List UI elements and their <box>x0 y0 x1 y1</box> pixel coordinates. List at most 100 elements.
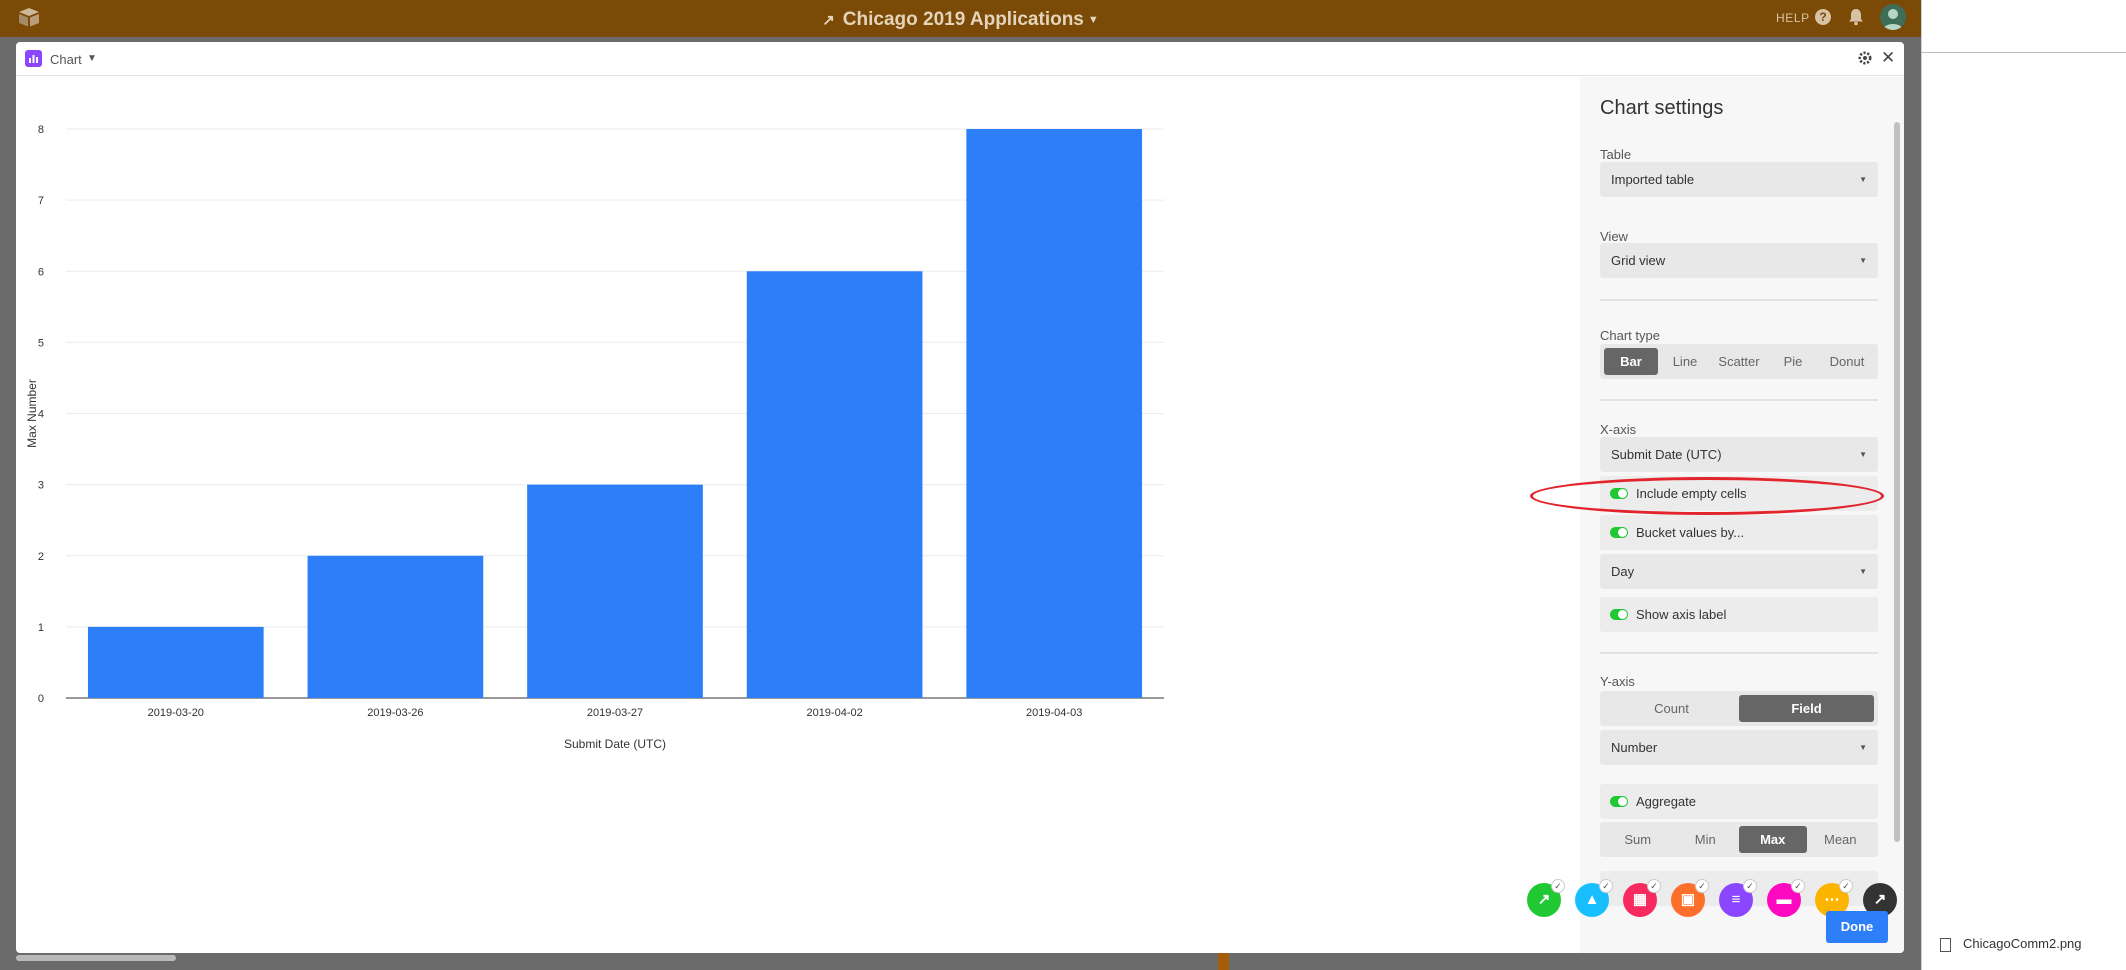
chart-type-scatter[interactable]: Scatter <box>1712 348 1766 375</box>
view-select[interactable]: Grid view ▼ <box>1600 243 1878 278</box>
chart-type-line[interactable]: Line <box>1658 348 1712 375</box>
include-empty-cells-toggle[interactable]: Include empty cells <box>1600 476 1878 511</box>
bar-chart-icon <box>25 50 42 67</box>
top-bar: ↗ Chicago 2019 Applications ▼ HELP ? <box>0 0 1921 37</box>
divider <box>1600 299 1878 301</box>
check-icon: ✓ <box>1743 879 1757 893</box>
chart-modal: Chart ▼ ✕ 0 1 2 3 4 5 6 7 8 2019-03-20 2019-03-26 2… <box>16 42 1904 953</box>
y-tick-label: 6 <box>38 266 44 278</box>
bar <box>307 555 484 698</box>
toggle-switch[interactable] <box>1610 609 1628 620</box>
table-select-value: Imported table <box>1611 172 1695 187</box>
show-axis-label-text: Show axis label <box>1636 607 1727 622</box>
check-icon: ✓ <box>1599 879 1613 893</box>
right-blank-area <box>1921 0 2126 970</box>
xaxis-select-value: Submit Date (UTC) <box>1611 447 1722 462</box>
y-axis-label: Max Number <box>25 379 39 448</box>
aggregate-toggle[interactable]: Aggregate <box>1600 784 1878 819</box>
bar <box>746 271 923 698</box>
show-axis-label-toggle[interactable]: Show axis label <box>1600 597 1878 632</box>
download-item[interactable]: ChicagoComm2.png <box>1940 936 2082 952</box>
done-button[interactable]: Done <box>1826 911 1888 943</box>
yaxis-field-value: Number <box>1611 740 1658 755</box>
y-tick-label: 3 <box>38 480 44 492</box>
x-axis-label: Submit Date (UTC) <box>564 737 666 751</box>
aggregate-label: Aggregate <box>1636 794 1696 809</box>
settings-scrollbar[interactable] <box>1894 122 1900 842</box>
aggregate-max[interactable]: Max <box>1739 826 1807 853</box>
chart-type-label: Chart type <box>1600 328 1660 343</box>
horizontal-scrollbar[interactable] <box>16 955 176 961</box>
base-title-text: Chicago 2019 Applications <box>842 9 1084 30</box>
toggle-switch[interactable] <box>1610 488 1628 499</box>
chevron-down-icon: ▼ <box>1859 256 1867 265</box>
yaxis-mode-count[interactable]: Count <box>1604 695 1739 722</box>
chevron-down-icon[interactable]: ▼ <box>87 53 97 64</box>
table-label: Table <box>1600 147 1632 162</box>
check-icon: ✓ <box>1695 879 1709 893</box>
shapes-icon[interactable]: ▲ ✓ <box>1575 879 1613 917</box>
x-tick-label: 2019-04-03 <box>1026 707 1082 719</box>
gear-icon[interactable] <box>1857 50 1873 66</box>
bar-chart: 0123456782019-03-20 2019-03-26 2019-03-27 2… <box>25 124 1164 751</box>
chart-type-pie[interactable]: Pie <box>1766 348 1820 375</box>
image-icon[interactable]: ▣ ✓ <box>1671 879 1709 917</box>
help-icon[interactable]: ? <box>1815 9 1831 25</box>
x-tick-label: 2019-03-26 <box>367 707 423 719</box>
yaxis-field-select[interactable]: Number ▼ <box>1600 730 1878 765</box>
yaxis-label: Y-axis <box>1600 674 1635 689</box>
view-select-value: Grid view <box>1611 253 1666 268</box>
toggle-switch[interactable] <box>1610 527 1628 538</box>
divider <box>1921 52 2126 53</box>
bell-icon[interactable] <box>1848 8 1864 26</box>
bucket-select-value: Day <box>1611 564 1635 579</box>
y-tick-label: 0 <box>38 693 44 705</box>
bucket-select[interactable]: Day ▼ <box>1600 554 1878 589</box>
chart-type-donut[interactable]: Donut <box>1820 348 1874 375</box>
chart-area: 0 1 2 3 4 5 6 7 8 2019-03-20 2019-03-26 2019-03-27 2… <box>16 77 1580 953</box>
close-icon[interactable]: ✕ <box>1881 48 1895 68</box>
y-tick-label: 5 <box>38 337 44 349</box>
file-icon <box>1940 937 1951 952</box>
list-icon[interactable]: ≡ ✓ <box>1719 879 1757 917</box>
view-label: View <box>1600 229 1628 244</box>
check-icon: ✓ <box>1551 879 1565 893</box>
y-tick-label: 7 <box>38 195 44 207</box>
x-tick-label: 2019-03-27 <box>587 707 643 719</box>
divider <box>1921 0 1922 970</box>
table-select[interactable]: Imported table ▼ <box>1600 162 1878 197</box>
bucket-values-label: Bucket values by... <box>1636 525 1745 540</box>
y-tick-label: 2 <box>38 551 44 563</box>
aggregate-mean[interactable]: Mean <box>1807 826 1875 853</box>
expand-icon[interactable]: ↗ ✓ <box>1527 879 1565 917</box>
include-empty-cells-label: Include empty cells <box>1636 486 1747 501</box>
settings-heading: Chart settings <box>1600 97 1724 119</box>
check-icon: ✓ <box>1647 879 1661 893</box>
y-tick-label: 8 <box>38 124 44 136</box>
bar <box>966 129 1143 698</box>
xaxis-select[interactable]: Submit Date (UTC) ▼ <box>1600 437 1878 472</box>
yaxis-mode-selector: Count Field <box>1600 691 1878 726</box>
chat-icon[interactable]: ▬ ✓ <box>1767 879 1805 917</box>
bar <box>87 626 264 698</box>
yaxis-mode-field[interactable]: Field <box>1739 695 1874 722</box>
xaxis-label: X-axis <box>1600 422 1637 437</box>
divider <box>1600 399 1878 401</box>
divider <box>1600 652 1878 654</box>
help-link[interactable]: HELP <box>1776 11 1810 25</box>
rocket-icon: ↗ <box>822 12 835 29</box>
y-tick-label: 1 <box>38 622 44 634</box>
check-icon: ✓ <box>1839 879 1853 893</box>
avatar[interactable] <box>1880 4 1906 30</box>
chevron-down-icon: ▼ <box>1859 567 1867 576</box>
aggregate-min[interactable]: Min <box>1672 826 1740 853</box>
aggregate-sum[interactable]: Sum <box>1604 826 1672 853</box>
x-tick-label: 2019-04-02 <box>806 707 862 719</box>
grid-icon[interactable]: ▦ ✓ <box>1623 879 1661 917</box>
chart-type-bar[interactable]: Bar <box>1604 348 1658 375</box>
toggle-switch[interactable] <box>1610 796 1628 807</box>
bucket-values-toggle[interactable]: Bucket values by... <box>1600 515 1878 550</box>
block-title[interactable]: Chart <box>50 52 82 67</box>
aggregate-selector: Sum Min Max Mean <box>1600 822 1878 857</box>
base-title[interactable]: ↗ Chicago 2019 Applications ▼ <box>0 9 1921 31</box>
